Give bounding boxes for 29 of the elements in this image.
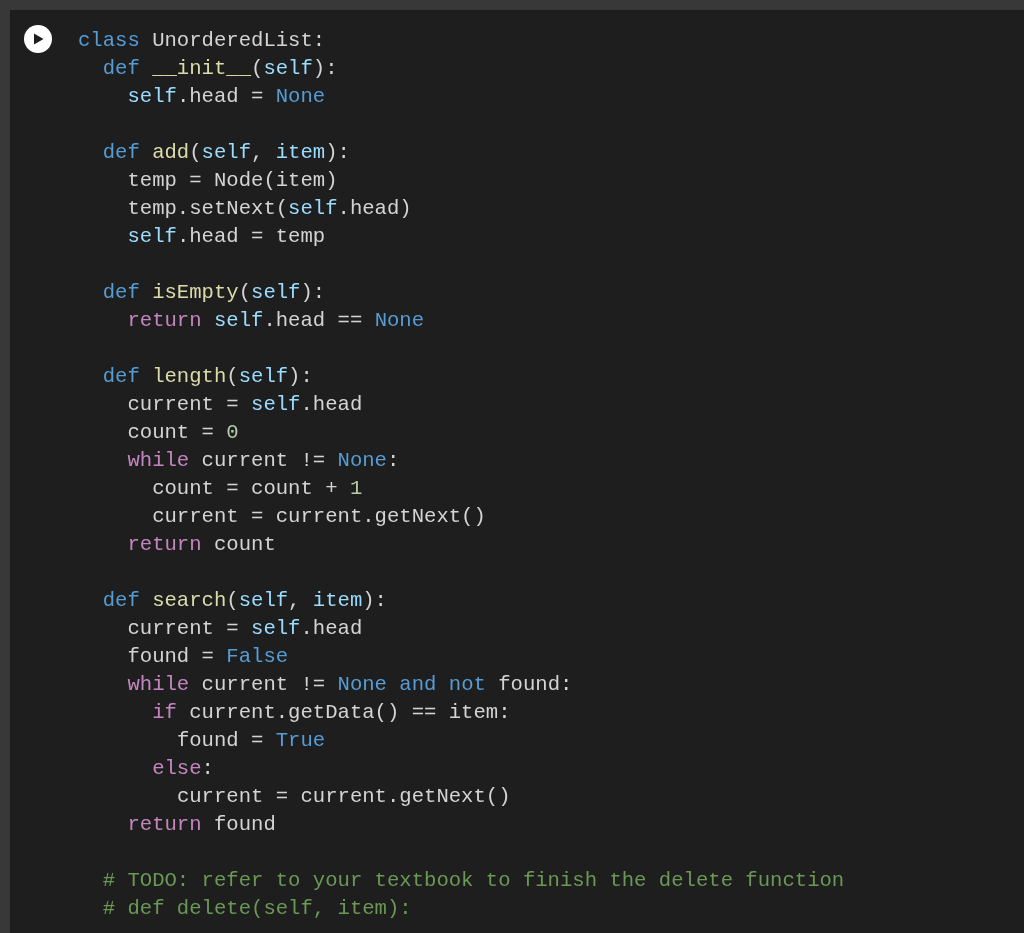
code-line: def isEmpty(self):: [102, 280, 326, 306]
play-icon: [32, 33, 44, 45]
code-line: count = 0: [127, 420, 239, 446]
code-line: found = False: [127, 644, 289, 670]
code-line: def __init__(self):: [102, 56, 338, 82]
code-line: temp.setNext(self.head): [127, 196, 412, 222]
code-line: while current != None and not found:: [127, 672, 573, 698]
code-line: self.head = None: [127, 84, 326, 110]
code-line: current = self.head: [127, 392, 363, 418]
code-line: current = current.getNext(): [176, 784, 511, 810]
run-button[interactable]: [24, 25, 52, 53]
code-line: def length(self):: [102, 364, 313, 390]
code-line: current = self.head: [127, 616, 363, 642]
code-line: return self.head == None: [127, 308, 425, 334]
code-line: def add(self, item):: [102, 140, 350, 166]
code-line: self.head = temp: [127, 224, 326, 250]
code-line: return found: [127, 812, 276, 838]
code-comment: # TODO: refer to your textbook to finish the delete function: [102, 868, 845, 894]
code-line: count = count + 1: [152, 476, 363, 502]
code-line: if current.getData() == item:: [152, 700, 511, 726]
code-line: current = current.getNext(): [152, 504, 486, 530]
code-line: temp = Node(item): [127, 168, 338, 194]
code-line: class UnorderedList:: [78, 28, 326, 54]
code-line: while current != None:: [127, 448, 400, 474]
code-line: found = True: [176, 728, 326, 754]
code-comment: # def delete(self, item):: [102, 896, 412, 922]
code-line: return count: [127, 532, 276, 558]
code-line: else:: [152, 756, 214, 782]
code-line: def search(self, item):: [102, 588, 387, 614]
